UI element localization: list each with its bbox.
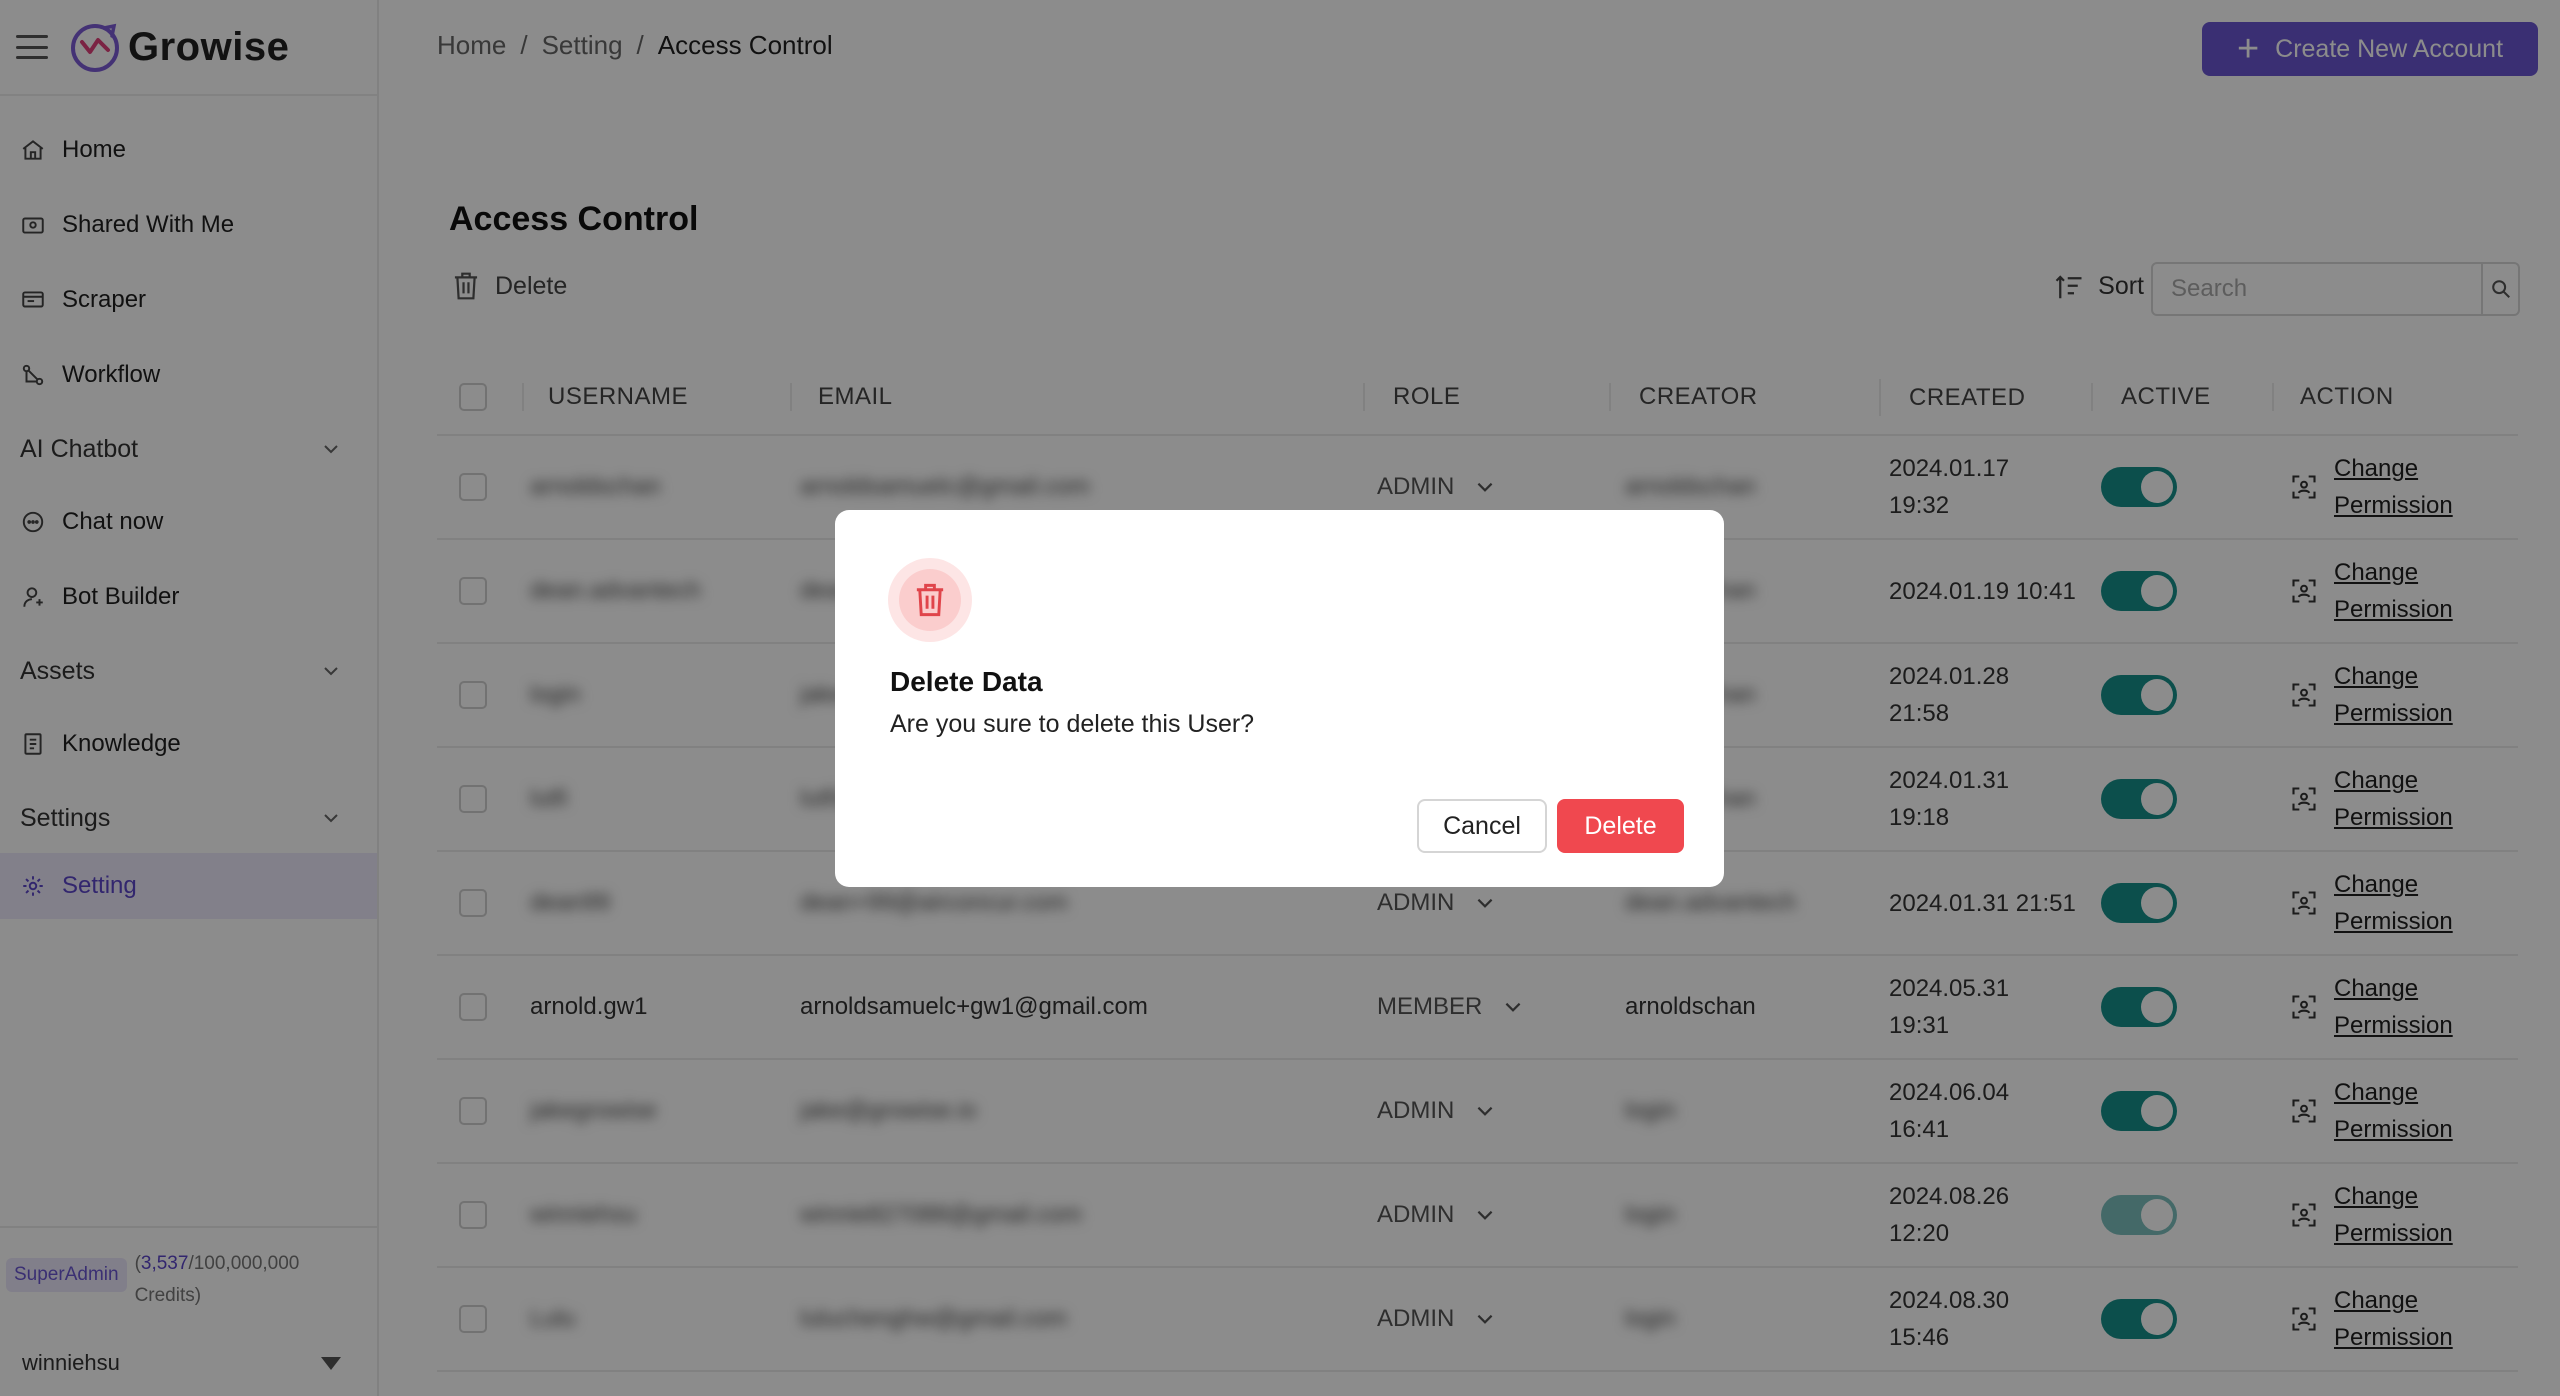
trash-icon [916,583,944,617]
modal-message: Are you sure to delete this User? [890,710,1255,738]
modal-icon-badge [888,558,972,642]
confirm-delete-button[interactable]: Delete [1557,799,1684,853]
cancel-button[interactable]: Cancel [1417,799,1547,853]
modal-title: Delete Data [890,666,1043,697]
delete-confirm-dialog: Delete Data Are you sure to delete this … [835,510,1724,887]
